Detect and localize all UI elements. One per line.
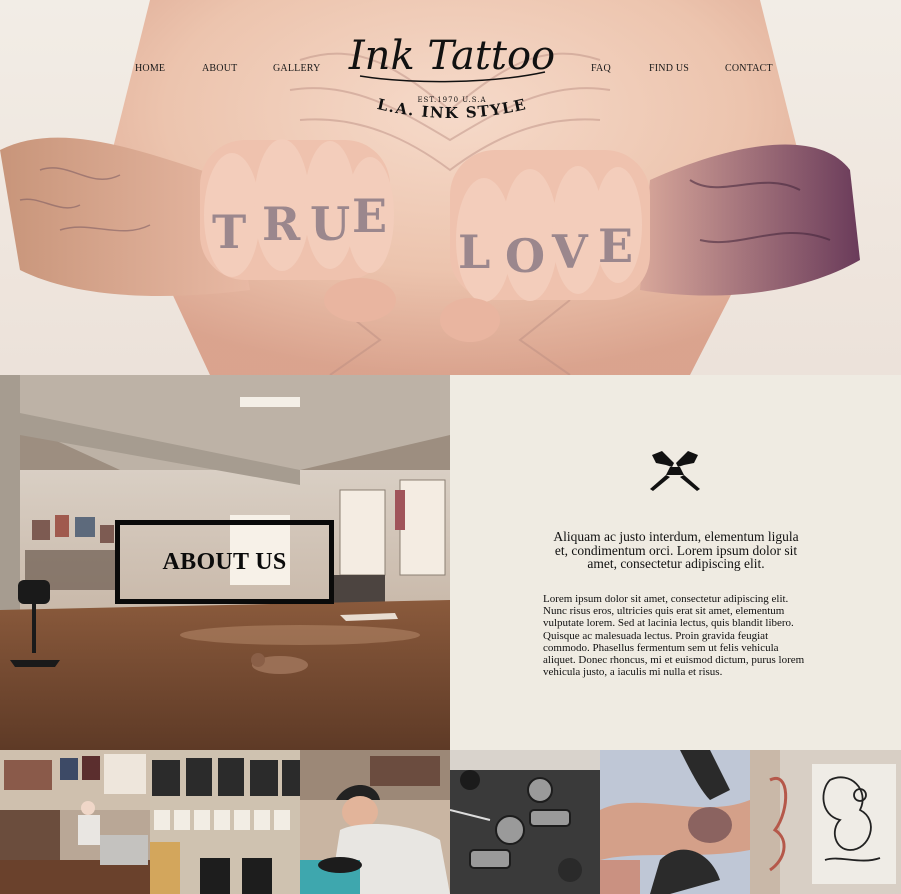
about-us-button[interactable]: ABOUT US — [115, 520, 334, 604]
ink-tattoo-logo[interactable]: Ink Tattoo EST.1970 U.S.A L.A. INK STYLE — [340, 14, 564, 126]
nav-contact[interactable]: CONTACT — [725, 63, 773, 74]
logo-graphic: Ink Tattoo EST.1970 U.S.A L.A. INK STYLE — [348, 33, 555, 122]
studio-interior-photo[interactable] — [0, 750, 150, 894]
about-body: Lorem ipsum dolor sit amet, consectetur … — [543, 593, 813, 678]
svg-text:V: V — [551, 225, 589, 279]
about-paragraph-1: Lorem ipsum dolor sit amet, consectetur … — [543, 593, 794, 630]
about-paragraph-2: Quisque ac malesuada lectus. Proin gravi… — [543, 629, 805, 679]
tattoo-artist-working-photo[interactable] — [300, 750, 450, 894]
framed-art-wall-photo[interactable] — [150, 750, 300, 894]
gallery-strip — [0, 750, 901, 894]
tattoo-machines-photo[interactable] — [450, 750, 600, 894]
tattoo-sketches-photo[interactable] — [750, 750, 901, 894]
nav-faq[interactable]: FAQ — [591, 63, 611, 74]
tattoo-machines-icon — [650, 451, 700, 491]
svg-text:E: E — [598, 219, 633, 273]
hero-banner: TRUE LOVE HOME ABOUT GALLERY Ink Tattoo … — [0, 0, 901, 375]
logo-script: Ink Tattoo — [348, 33, 555, 79]
about-lead: Aliquam ac justo interdum, elementum lig… — [553, 529, 799, 571]
svg-text:T: T — [212, 205, 246, 259]
svg-text:E: E — [352, 189, 387, 243]
main-nav: HOME ABOUT GALLERY Ink Tattoo EST.1970 U… — [0, 0, 901, 140]
nav-find-us[interactable]: FIND US — [649, 63, 689, 74]
nav-home[interactable]: HOME — [135, 63, 165, 74]
about-text-panel: Aliquam ac justo interdum, elementum lig… — [450, 375, 901, 750]
logo-est: EST.1970 U.S.A — [417, 96, 486, 104]
svg-text:O: O — [505, 229, 545, 283]
about-title: ABOUT US — [162, 548, 287, 575]
tattooing-arm-photo[interactable] — [600, 750, 750, 894]
svg-text:U: U — [310, 197, 350, 251]
nav-about[interactable]: ABOUT — [202, 63, 237, 74]
svg-text:R: R — [262, 197, 301, 251]
svg-text:L: L — [458, 225, 490, 279]
nav-gallery[interactable]: GALLERY — [273, 63, 321, 74]
